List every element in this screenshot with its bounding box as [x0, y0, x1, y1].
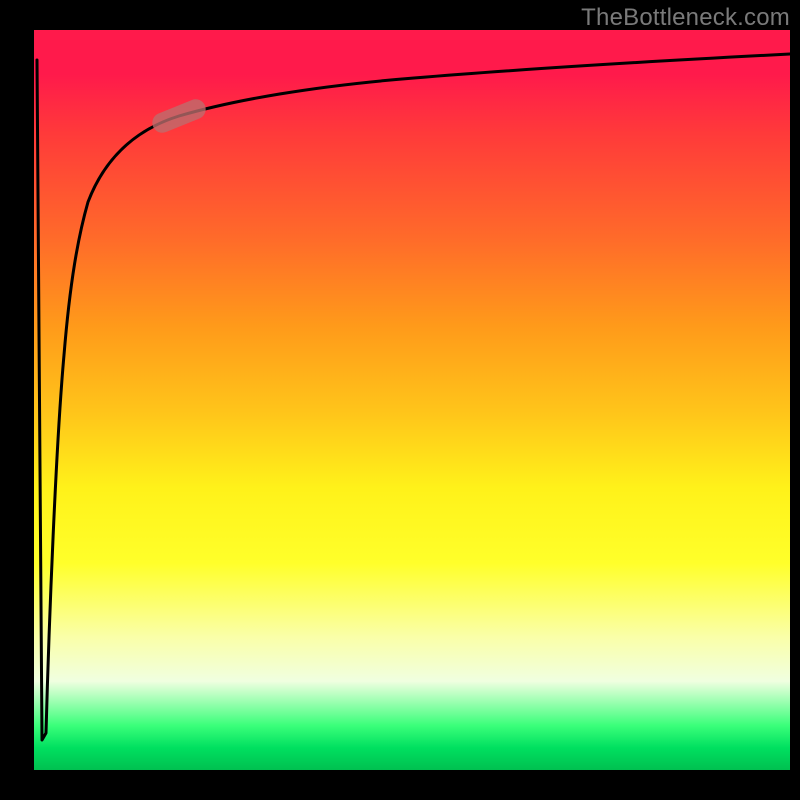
x-axis — [0, 770, 800, 800]
attribution-label: TheBottleneck.com — [581, 4, 790, 32]
gradient-background — [34, 30, 790, 770]
chart-container: TheBottleneck.com — [0, 0, 800, 800]
y-axis — [0, 30, 34, 770]
